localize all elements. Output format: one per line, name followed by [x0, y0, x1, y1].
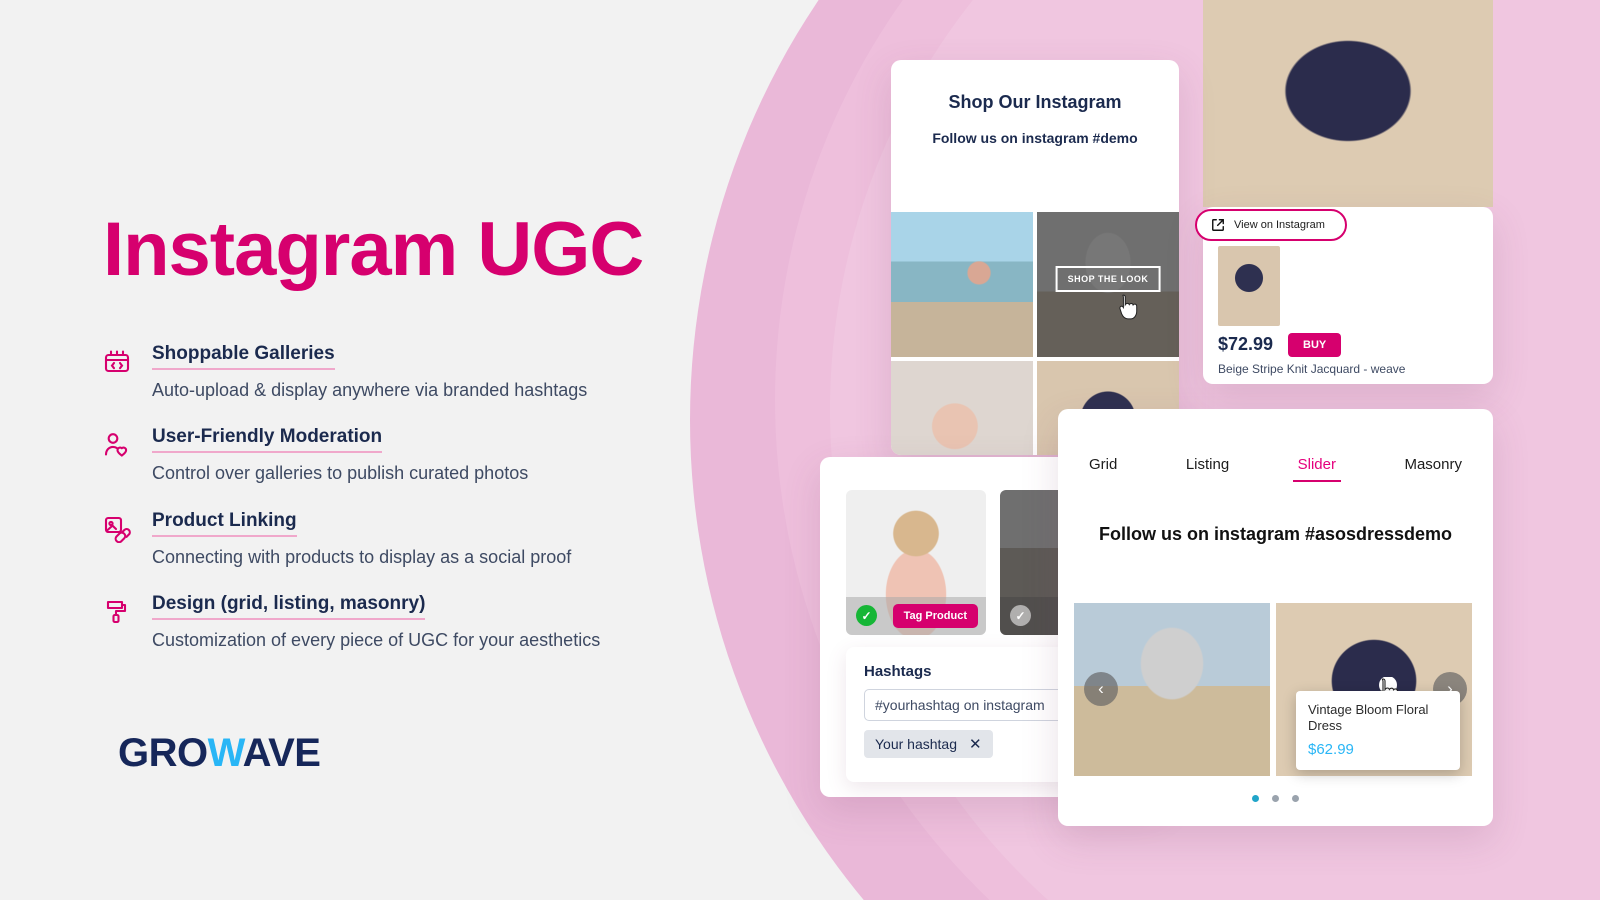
photo-floral-romper [1203, 0, 1493, 207]
view-on-instagram-button[interactable]: View on Instagram [1195, 209, 1347, 241]
slider-prev-arrow[interactable]: ‹ [1084, 672, 1118, 706]
tab-grid[interactable]: Grid [1089, 456, 1117, 482]
layout-tabs: Grid Listing Slider Masonry [1058, 456, 1493, 482]
feature-description: Auto-upload & display anywhere via brand… [152, 379, 588, 400]
feature-title: User-Friendly Moderation [152, 426, 383, 454]
tab-slider[interactable]: Slider [1292, 456, 1342, 482]
photo-woman-on-beach [891, 212, 1033, 357]
instagram-tile-hovered[interactable]: SHOP THE LOOK [1037, 212, 1179, 357]
instagram-card-title: Shop Our Instagram [948, 92, 1122, 112]
product-name: Beige Stripe Knit Jacquard - weave [1218, 362, 1406, 376]
left-content-column: Instagram UGC Shoppable Galleries Auto-u… [0, 0, 700, 900]
instagram-tile[interactable] [891, 212, 1033, 357]
tooltip-product-name: Vintage Bloom Floral Dress [1308, 702, 1429, 734]
pending-check-icon[interactable]: ✓ [1010, 605, 1031, 626]
view-on-instagram-label: View on Instagram [1234, 219, 1325, 231]
product-thumbnail[interactable] [1218, 246, 1280, 326]
instagram-tile[interactable] [891, 361, 1033, 455]
user-heart-icon [100, 428, 134, 462]
shoppable-gallery-icon [100, 345, 134, 379]
slider-subtitle: Follow us on instagram #asosdressdemo [1098, 524, 1453, 544]
tab-masonry[interactable]: Masonry [1404, 456, 1462, 482]
mouse-cursor-icon [1118, 294, 1137, 320]
product-tooltip: Vintage Bloom Floral Dress $62.99 [1296, 691, 1460, 770]
page-title: Instagram UGC [103, 207, 644, 292]
growave-logo: GROWAVE [118, 731, 321, 776]
slider-dots [1058, 795, 1493, 802]
product-link-icon [100, 512, 134, 546]
tag-product-button[interactable]: Tag Product [892, 604, 978, 628]
feature-description: Customization of every piece of UGC for … [152, 629, 601, 650]
feature-title: Shoppable Galleries [152, 343, 335, 370]
hero-product-photo [1203, 0, 1493, 207]
instagram-card-subtitle: Follow us on instagram #demo [932, 130, 1138, 146]
moderation-tile-approved[interactable]: ✓ Tag Product [846, 490, 986, 635]
photo-mirror-selfie [891, 361, 1033, 455]
shop-our-instagram-card: Shop Our Instagram Follow us on instagra… [891, 60, 1179, 455]
feature-item-shoppable-galleries: Shoppable Galleries Auto-upload & displa… [100, 343, 660, 401]
feature-description: Control over galleries to publish curate… [152, 463, 529, 484]
approved-check-icon[interactable]: ✓ [856, 605, 877, 626]
slider-dot-1[interactable] [1252, 795, 1259, 802]
hashtags-label: Hashtags [864, 663, 932, 680]
slider-dot-2[interactable] [1272, 795, 1279, 802]
page-root: Instagram UGC Shoppable Galleries Auto-u… [0, 0, 1600, 900]
logo-part-w: W [207, 731, 244, 775]
hashtag-chip[interactable]: Your hashtag ✕ [864, 730, 993, 758]
feature-title: Product Linking [152, 510, 297, 537]
feature-list: Shoppable Galleries Auto-upload & displa… [100, 343, 660, 651]
design-brush-icon [100, 595, 134, 629]
shop-the-look-button[interactable]: SHOP THE LOOK [1055, 265, 1161, 292]
feature-item-product-linking: Product Linking Connecting with products… [100, 510, 660, 568]
product-price: $72.99 [1218, 334, 1274, 354]
tab-listing[interactable]: Listing [1186, 456, 1229, 482]
logo-part-2: AVE [242, 731, 321, 775]
feature-title: Design (grid, listing, masonry) [152, 593, 426, 620]
tooltip-product-price: $62.99 [1308, 740, 1354, 758]
buy-button[interactable]: BUY [1288, 333, 1342, 357]
hashtag-chip-remove-icon[interactable]: ✕ [969, 737, 982, 752]
feature-item-user-friendly-moderation: User-Friendly Moderation Control over ga… [100, 426, 660, 484]
hashtag-chip-label: Your hashtag [875, 736, 957, 752]
feature-description: Connecting with products to display as a… [152, 546, 572, 567]
external-link-icon [1212, 219, 1224, 231]
photo-product-thumb [1218, 246, 1280, 326]
gallery-layout-card: Grid Listing Slider Masonry Follow us on… [1058, 409, 1493, 826]
logo-part-1: GRO [118, 731, 208, 775]
slider-dot-3[interactable] [1292, 795, 1299, 802]
feature-item-design: Design (grid, listing, masonry) Customiz… [100, 593, 660, 651]
